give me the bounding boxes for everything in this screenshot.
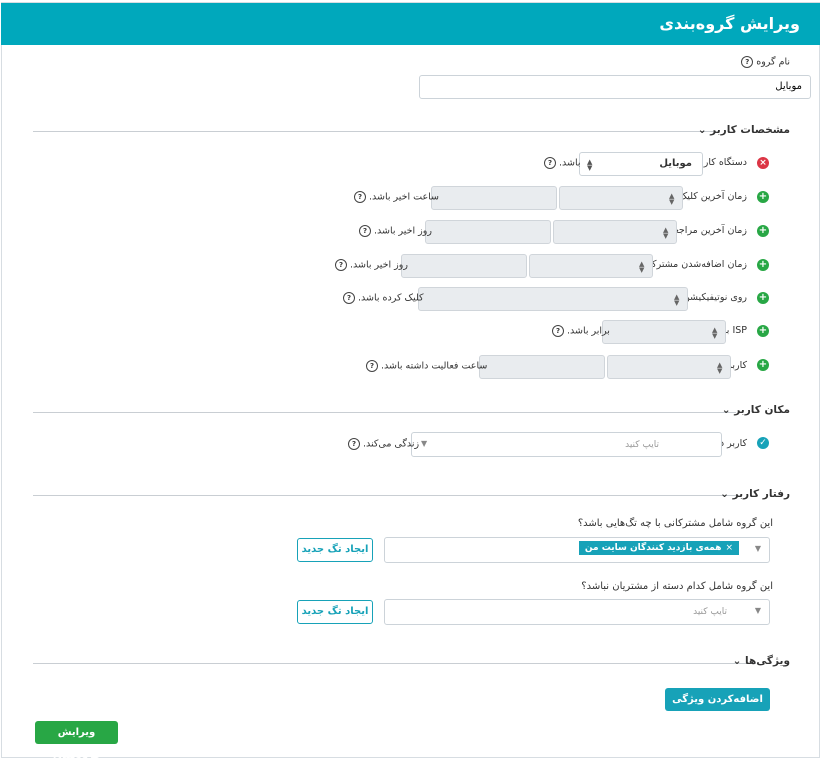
last-click-suffix: ساعت اخیر باشد. [369, 191, 440, 203]
isp-suffix-row: برابر باشد.? [549, 325, 610, 337]
location-placeholder: تایپ کنید [625, 440, 659, 450]
help-icon[interactable]: ? [343, 292, 355, 304]
help-icon[interactable]: ? [348, 438, 360, 450]
add-condition-icon[interactable]: + [757, 325, 769, 337]
group-name-label-row: نام گروه? [738, 56, 790, 68]
last-click-suffix-row: ساعت اخیر باشد.? [351, 191, 439, 203]
add-condition-icon[interactable]: + [757, 259, 769, 271]
last-visit-suffix-row: روز اخیر باشد.? [356, 225, 432, 237]
last-click-prefix: زمان آخرین کلیک [678, 191, 747, 202]
activity-select: ▲ ▼ [607, 355, 731, 379]
last-visit-prefix: زمان آخرین مراجعه [669, 225, 747, 236]
help-icon[interactable]: ? [354, 191, 366, 203]
chevron-down-icon: ⌄ [720, 488, 729, 500]
last-visit-select: ▲ ▼ [553, 220, 677, 244]
add-condition-icon[interactable]: + [757, 359, 769, 371]
select-arrows-icon: ▲ ▼ [717, 361, 723, 375]
dropdown-caret-icon: ▼ [754, 544, 761, 553]
select-arrows-icon: ▲ ▼ [674, 293, 680, 307]
section-user-specs[interactable]: مشخصات کاربر ⌄ [698, 124, 790, 136]
location-suffix: زندگی می‌کند. [363, 438, 420, 450]
page-title: ویرایش گروه‌بندی [659, 14, 800, 33]
activity-suffix-row: ساعت فعالیت داشته باشد.? [363, 360, 487, 372]
new-tag-button[interactable]: ایجاد تگ جدید [297, 600, 373, 624]
select-arrows-icon: ▲ ▼ [639, 260, 645, 274]
help-icon[interactable]: ? [359, 225, 371, 237]
isp-suffix: برابر باشد. [567, 325, 610, 337]
group-name-input[interactable] [419, 75, 811, 99]
isp-select: ▲ ▼ [602, 320, 726, 344]
subscribe-time-select: ▲ ▼ [529, 254, 653, 278]
activity-input [479, 355, 605, 379]
device-select-value: موبایل [659, 158, 692, 169]
subscribe-time-input [401, 254, 527, 278]
activity-suffix: ساعت فعالیت داشته باشد. [381, 360, 488, 372]
location-select[interactable]: تایپ کنید ▼ [411, 432, 722, 457]
help-icon[interactable]: ? [366, 360, 378, 372]
select-arrows-icon: ▲ ▼ [663, 226, 669, 240]
subscribe-time-prefix: زمان اضافه‌شدن مشترکین [641, 259, 747, 270]
add-condition-icon[interactable]: + [757, 225, 769, 237]
subscribe-time-suffix-row: روز اخیر باشد.? [332, 259, 408, 271]
submit-button[interactable]: ویرایش گروه‌بندی [35, 721, 118, 761]
chevron-down-icon: ⌄ [697, 124, 707, 136]
last-click-select: ▲ ▼ [559, 186, 683, 210]
dropdown-caret-icon: ▼ [421, 439, 428, 448]
exclude-question: این گروه شامل کدام دسته از مشتریان نباشد… [581, 581, 773, 592]
section-user-behavior[interactable]: رفتار کاربر ⌄ [720, 488, 790, 500]
remove-tag-icon[interactable]: × [725, 543, 733, 553]
add-condition-icon[interactable]: + [757, 191, 769, 203]
device-select[interactable]: موبایل ▲ ▼ [579, 152, 703, 176]
exclude-tags-select[interactable]: تایپ کنید ▼ [384, 599, 770, 625]
last-click-input [431, 186, 557, 210]
divider [33, 412, 736, 413]
notification-suffix: کلیک کرده باشد. [358, 292, 424, 304]
last-visit-suffix: روز اخیر باشد. [374, 225, 432, 237]
chevron-down-icon: ⌄ [732, 655, 742, 667]
page-header: ویرایش گروه‌بندی [1, 3, 820, 45]
section-user-location[interactable]: مکان کاربر ⌄ [722, 404, 790, 416]
help-icon[interactable]: ? [741, 56, 754, 68]
check-icon: ✓ [757, 437, 769, 449]
page-frame [1, 2, 820, 758]
add-condition-icon[interactable]: + [757, 292, 769, 304]
help-icon[interactable]: ? [544, 157, 556, 169]
help-icon[interactable]: ? [335, 259, 347, 271]
notification-select: ▲ ▼ [418, 287, 688, 311]
device-suffix: باشد. [559, 157, 581, 169]
include-question: این گروه شامل مشترکانی با چه تگ‌هایی باش… [577, 518, 773, 529]
add-feature-button[interactable]: اضافه‌کردن ویژگی جدید [665, 688, 770, 728]
select-arrows-icon: ▲ ▼ [587, 158, 593, 172]
section-features[interactable]: ویژگی‌ها ⌄ [733, 655, 790, 667]
isp-prefix: ISP با [723, 325, 747, 336]
chevron-down-icon: ⌄ [721, 404, 731, 416]
include-tags-select[interactable]: ×همه‌ی بازدید کنندگان سایت من ▼ [384, 537, 770, 563]
device-suffix-row: باشد.? [541, 157, 581, 169]
remove-condition-icon[interactable]: × [757, 157, 769, 169]
notification-prefix: روی نوتیفیکیشن [682, 292, 747, 303]
new-tag-button[interactable]: ایجاد تگ جدید [297, 538, 373, 562]
divider [33, 131, 714, 132]
last-visit-input [425, 220, 551, 244]
exclude-placeholder: تایپ کنید [693, 607, 727, 617]
help-icon[interactable]: ? [552, 325, 564, 337]
dropdown-caret-icon: ▼ [754, 606, 761, 615]
divider [33, 663, 756, 664]
notification-suffix-row: کلیک کرده باشد.? [340, 292, 424, 304]
select-arrows-icon: ▲ ▼ [712, 326, 718, 340]
location-suffix-row: زندگی می‌کند.? [345, 438, 419, 450]
tag-chip[interactable]: ×همه‌ی بازدید کنندگان سایت من [578, 541, 739, 555]
subscribe-time-suffix: روز اخیر باشد. [350, 259, 408, 271]
group-name-label: نام گروه [756, 56, 790, 68]
select-arrows-icon: ▲ ▼ [669, 192, 675, 206]
device-prefix: دستگاه کاربر [695, 157, 747, 168]
divider [33, 495, 737, 496]
